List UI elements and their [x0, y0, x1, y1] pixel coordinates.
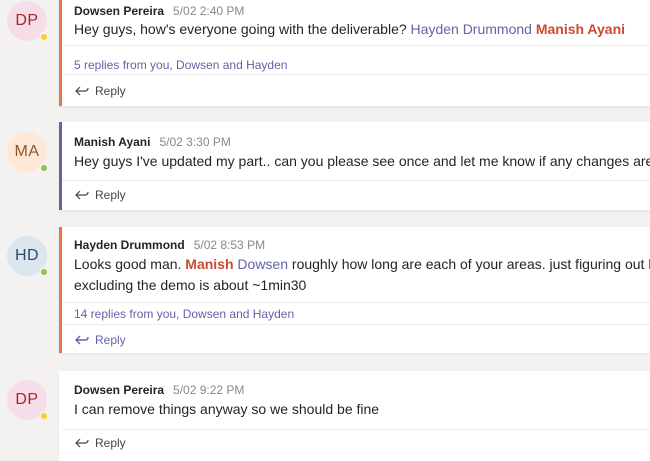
avatar-initials: MA — [14, 143, 40, 160]
reply-button[interactable]: Reply — [74, 188, 126, 202]
message-body: Hey guys I've updated my part.. can you … — [74, 151, 650, 172]
message-text: Hey guys I've updated my part.. can you … — [74, 153, 650, 169]
replies-summary-link[interactable]: 14 replies from you, Dowsen and Hayden — [74, 307, 294, 321]
message-body: I can remove things anyway so we should … — [74, 399, 379, 420]
status-available-icon — [39, 163, 49, 173]
reply-button[interactable]: Reply — [74, 333, 126, 347]
divider — [62, 302, 650, 303]
avatar[interactable]: DP — [7, 380, 49, 421]
author-name[interactable]: Manish Ayani — [74, 135, 150, 149]
message-text: excluding the demo is about ~1min30 — [74, 277, 307, 293]
divider — [62, 180, 650, 181]
message-card: Manish Ayani 5/02 3:30 PM Hey guys I've u… — [59, 122, 650, 210]
message-card: Dowsen Pereira 5/02 2:40 PM Hey guys, how… — [59, 0, 650, 106]
mention[interactable]: Hayden Drummond — [411, 21, 532, 37]
reply-arrow-icon — [75, 335, 89, 345]
reply-label: Reply — [95, 84, 126, 98]
message-text: Hey guys, how's everyone going with the … — [74, 21, 407, 37]
message-meta: Hayden Drummond 5/02 8:53 PM — [74, 238, 265, 252]
avatar[interactable]: MA — [7, 132, 49, 173]
divider — [62, 74, 650, 75]
reply-arrow-icon — [75, 86, 89, 96]
avatar-initials: DP — [15, 12, 39, 29]
reply-label: Reply — [95, 436, 126, 450]
divider — [62, 324, 650, 325]
author-name[interactable]: Hayden Drummond — [74, 238, 185, 252]
timestamp: 5/02 9:22 PM — [173, 383, 245, 397]
avatar[interactable]: DP — [7, 1, 49, 42]
reply-label: Reply — [95, 333, 126, 347]
message-body-line2: excluding the demo is about ~1min30 — [74, 275, 306, 296]
avatar-initials: HD — [14, 247, 40, 264]
message-card: Dowsen Pereira 5/02 9:22 PM I can remove … — [59, 371, 650, 461]
status-available-icon — [39, 267, 49, 277]
author-name[interactable]: Dowsen Pereira — [74, 383, 164, 397]
mention-self[interactable]: Manish Ayani — [536, 21, 625, 37]
reply-arrow-icon — [75, 438, 89, 448]
divider — [62, 45, 650, 46]
message-card: Hayden Drummond 5/02 8:53 PM Looks good m… — [59, 227, 650, 353]
replies-summary-link[interactable]: 5 replies from you, Dowsen and Hayden — [74, 58, 287, 72]
avatar-initials: DP — [15, 391, 39, 408]
divider — [62, 429, 650, 430]
reply-button[interactable]: Reply — [74, 436, 126, 450]
mention-self[interactable]: Manish — [185, 256, 233, 272]
message-meta: Manish Ayani 5/02 3:30 PM — [74, 135, 231, 149]
avatar[interactable]: HD — [7, 236, 49, 277]
reply-button[interactable]: Reply — [74, 84, 126, 98]
timestamp: 5/02 8:53 PM — [193, 238, 266, 252]
message-body: Hey guys, how's everyone going with the … — [74, 19, 625, 40]
timestamp: 5/02 2:40 PM — [173, 4, 245, 18]
status-away-icon — [39, 411, 49, 421]
message-meta: Dowsen Pereira 5/02 2:40 PM — [74, 4, 244, 18]
reply-label: Reply — [95, 188, 126, 202]
reply-arrow-icon — [75, 190, 89, 200]
message-text: I can remove things anyway so we should … — [74, 401, 380, 417]
message-text: roughly how long are each of your areas.… — [291, 256, 650, 272]
message-text: Looks good man. — [74, 256, 182, 272]
message-meta: Dowsen Pereira 5/02 9:22 PM — [74, 383, 244, 397]
author-name[interactable]: Dowsen Pereira — [74, 4, 164, 18]
message-body: Looks good man. Manish Dowsen roughly ho… — [74, 254, 650, 275]
status-away-icon — [39, 32, 49, 42]
timestamp: 5/02 3:30 PM — [159, 135, 231, 149]
mention[interactable]: Dowsen — [237, 256, 288, 272]
